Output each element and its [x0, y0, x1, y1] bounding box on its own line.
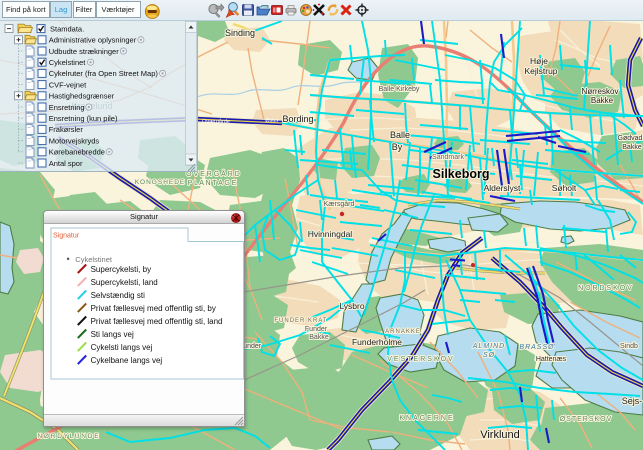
svg-text:Nørreskov: Nørreskov [582, 87, 619, 96]
svg-text:N O R D S K O V: N O R D S K O V [578, 285, 632, 292]
svg-text:Funderholme: Funderholme [352, 337, 402, 347]
svg-text:Lysbro: Lysbro [339, 301, 364, 311]
svg-text:Sandmark: Sandmark [432, 154, 464, 161]
svg-text:Bakke: Bakke [591, 96, 614, 105]
svg-text:Cykelsti langs vej: Cykelsti langs vej [91, 343, 153, 352]
svg-text:Udbudte strækninger: Udbudte strækninger [49, 47, 120, 56]
svg-text:BRASSØ: BRASSØ [519, 344, 554, 351]
svg-text:VESTERSKOV: VESTERSKOV [387, 356, 454, 363]
svg-text:Kørebanebredde: Kørebanebredde [49, 148, 105, 157]
svg-text:Hastighedsgrænser: Hastighedsgrænser [49, 92, 115, 101]
svg-text:Hvinningdal: Hvinningdal [308, 229, 353, 239]
svg-text:Bakke: Bakke [622, 144, 642, 151]
svg-text:Oværgårde: Oværgårde [202, 118, 230, 125]
svg-text:Sindb: Sindb [620, 343, 638, 350]
svg-text:Balle: Balle [390, 130, 410, 140]
svg-text:Sti langs vej: Sti langs vej [91, 330, 134, 339]
svg-text:Ensretning: Ensretning [49, 103, 85, 112]
svg-text:Privat fællesvej med offentlig: Privat fællesvej med offentlig sti, by [91, 304, 216, 313]
svg-text:SØ: SØ [483, 352, 495, 359]
svg-text:Signatur: Signatur [53, 233, 80, 240]
svg-text:ALMIND: ALMIND [472, 343, 505, 350]
svg-text:Funder: Funder [305, 326, 328, 333]
svg-text:Sinding: Sinding [225, 28, 255, 38]
svg-text:ØSTERSKOV: ØSTERSKOV [560, 416, 613, 423]
svg-text:FUNDER KRAT: FUNDER KRAT [274, 318, 327, 324]
svg-text:CVF-vejnet: CVF-vejnet [49, 80, 87, 89]
svg-text:Høje: Høje [530, 56, 548, 66]
svg-text:Motorvejskryds: Motorvejskryds [49, 136, 100, 145]
svg-text:Cykelstinet: Cykelstinet [49, 58, 87, 67]
svg-text:Supercykelsti, land: Supercykelsti, land [91, 278, 158, 287]
svg-text:Stamdata.: Stamdata. [50, 24, 84, 33]
svg-text:N Ø R D Y L U N D E: N Ø R D Y L U N D E [37, 433, 99, 440]
svg-text:Sejs-: Sejs- [622, 396, 643, 406]
svg-text:P L A N T A G E: P L A N T A G E [188, 180, 237, 187]
svg-text:Bording: Bording [282, 114, 313, 124]
svg-text:Gødvad: Gødvad [618, 135, 643, 142]
svg-text:KNAGERNE: KNAGERNE [399, 415, 454, 422]
svg-text:Silkeborg: Silkeborg [433, 167, 490, 181]
svg-text:Cykelruter (fra Open Street Ma: Cykelruter (fra Open Street Map) [49, 69, 159, 78]
svg-text:KONGSHEDE: KONGSHEDE [135, 179, 186, 186]
svg-text:Selvstændig sti: Selvstændig sti [91, 291, 145, 300]
svg-text:Privat fællesvej med offentlig: Privat fællesvej med offentlig sti, land [91, 317, 223, 326]
svg-text:Antal spor: Antal spor [49, 159, 83, 168]
svg-text:Supercykelsti, by: Supercykelsti, by [91, 265, 151, 274]
svg-text:Cykelstinet: Cykelstinet [75, 255, 113, 264]
svg-text:Cykelbane langs vej: Cykelbane langs vej [91, 356, 163, 365]
svg-text:Alderslyst: Alderslyst [484, 183, 521, 193]
svg-text:Kejlstrup: Kejlstrup [524, 66, 557, 76]
svg-text:Administrative oplysninger: Administrative oplysninger [49, 36, 137, 45]
svg-text:Søholt: Søholt [552, 183, 577, 193]
svg-text:By: By [392, 142, 403, 152]
svg-text:Frakørsler: Frakørsler [49, 125, 84, 134]
svg-text:Ensretning (kun pile): Ensretning (kun pile) [49, 114, 118, 123]
svg-text:ARNAKKE: ARNAKKE [385, 329, 421, 335]
svg-text:Kærsgård: Kærsgård [324, 200, 355, 208]
svg-text:Øster: Øster [265, 118, 279, 124]
svg-text:Bakke: Bakke [309, 334, 329, 341]
svg-text:Balle Kirkeby: Balle Kirkeby [379, 86, 420, 93]
svg-text:Virklund: Virklund [480, 429, 520, 441]
svg-text:Hattenæs: Hattenæs [536, 356, 567, 363]
